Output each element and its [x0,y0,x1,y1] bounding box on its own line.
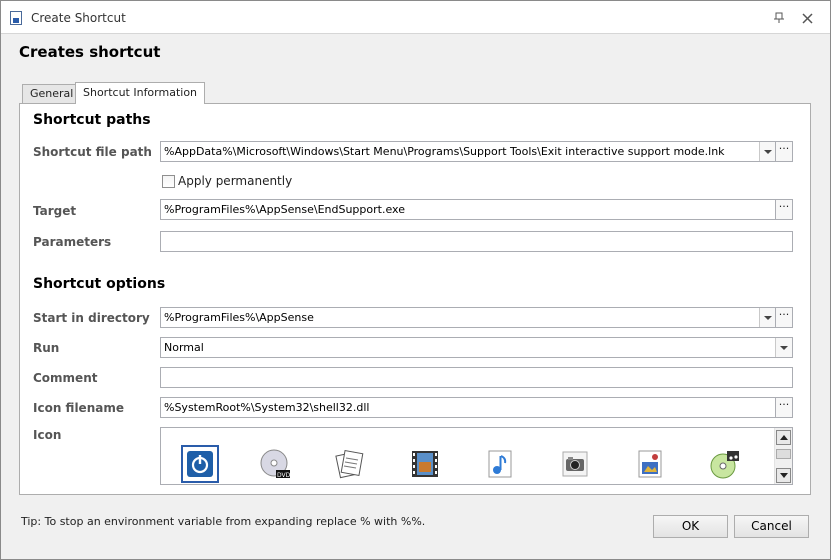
shortcut-file-path-label: Shortcut file path [33,145,152,159]
apply-permanently-checkbox[interactable] [162,175,175,188]
shortcut-file-path-combobox[interactable]: %AppData%\Microsoft\Windows\Start Menu\P… [160,141,777,162]
run-label: Run [33,341,60,355]
section-title-shortcut-paths: Shortcut paths [33,112,151,128]
start-in-directory-browse-button[interactable]: ··· [775,307,793,328]
chevron-down-icon [764,149,772,154]
ok-button[interactable]: OK [653,515,728,538]
shortcut-app-icon [10,11,22,25]
title-bar: Create Shortcut [1,1,830,34]
target-label: Target [33,204,77,218]
icon-option[interactable] [407,446,443,482]
comment-input[interactable] [160,367,793,388]
scroll-up-button[interactable] [776,430,791,445]
shortcut-file-path-browse-button[interactable]: ··· [775,141,793,162]
section-title-shortcut-options: Shortcut options [33,276,166,292]
camera-icon [562,451,588,477]
icon-option[interactable] [707,446,743,482]
start-in-directory-label: Start in directory [33,311,150,325]
icon-filename-input[interactable]: %SystemRoot%\System32\shell32.dll [160,397,777,418]
scroll-down-button[interactable] [776,468,791,483]
icon-option[interactable] [181,445,219,483]
tab-general[interactable]: General [22,84,82,103]
create-shortcut-window: Create Shortcut Creates shortcut General… [0,0,831,560]
run-dropdown-button[interactable] [775,338,792,357]
shortcut-file-path-value: %AppData%\Microsoft\Windows\Start Menu\P… [164,145,725,158]
tip-text: Tip: To stop an environment variable fro… [21,515,426,528]
arrow-down-icon [779,473,788,478]
icon-option[interactable] [632,446,668,482]
chevron-down-icon [780,345,788,350]
chevron-down-icon [764,315,772,320]
scroll-thumb[interactable] [776,449,791,459]
icon-filename-value: %SystemRoot%\System32\shell32.dll [164,401,370,414]
start-in-directory-combobox[interactable]: %ProgramFiles%\AppSense [160,307,777,328]
icon-list-scrollbar[interactable] [774,428,792,484]
media-file-icon [638,450,662,478]
arrow-up-icon [779,435,788,440]
dvd-disc-icon: DVD [260,449,291,479]
target-browse-button[interactable]: ··· [775,199,793,220]
icon-label: Icon [33,428,62,442]
film-icon [412,451,438,477]
run-value: Normal [164,341,204,354]
icon-filename-label: Icon filename [33,401,124,415]
cd-music-icon [710,451,739,479]
parameters-input[interactable] [160,231,793,252]
cancel-button[interactable]: Cancel [734,515,809,538]
icon-option[interactable] [332,446,368,482]
power-icon [187,451,213,477]
window-title: Create Shortcut [31,11,126,25]
documents-icon [335,450,364,479]
apply-permanently-label: Apply permanently [178,174,293,188]
dialog-heading: Creates shortcut [19,43,161,61]
tab-shortcut-information[interactable]: Shortcut Information [75,82,206,104]
start-in-directory-dropdown-button[interactable] [759,308,776,327]
tab-panel: Shortcut paths Shortcut file path %AppDa… [19,103,811,495]
target-input[interactable]: %ProgramFiles%\AppSense\EndSupport.exe [160,199,777,220]
svg-text:DVD: DVD [277,472,291,479]
icon-option[interactable] [557,446,593,482]
icon-option[interactable]: DVD [257,446,293,482]
parameters-label: Parameters [33,235,112,249]
target-value: %ProgramFiles%\AppSense\EndSupport.exe [164,203,405,216]
run-select[interactable]: Normal [160,337,793,358]
icon-option[interactable] [482,446,518,482]
close-icon[interactable] [798,9,816,27]
music-note-icon [488,450,512,478]
shortcut-file-path-dropdown-button[interactable] [759,142,776,161]
icon-filename-browse-button[interactable]: ··· [775,397,793,418]
pin-icon[interactable] [770,9,788,27]
icon-picker-list[interactable]: DVD [160,427,793,485]
comment-label: Comment [33,371,98,385]
start-in-directory-value: %ProgramFiles%\AppSense [164,311,314,324]
